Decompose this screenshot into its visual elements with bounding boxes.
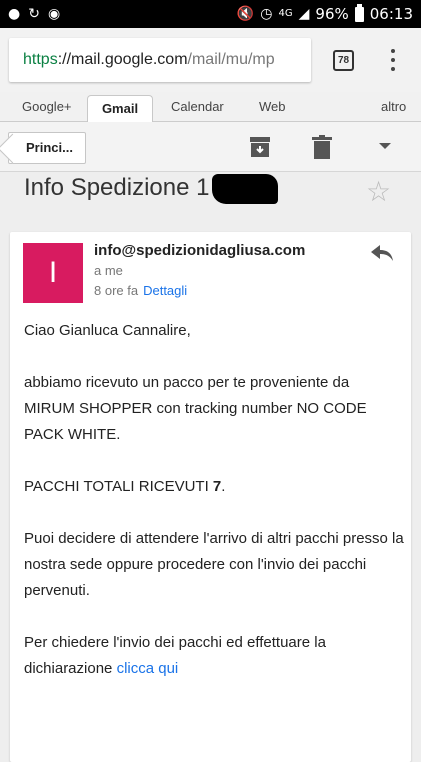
email-paragraph: Per chiedere l'invio dei pacchi ed effet… [24, 630, 404, 682]
subject-row: Info Spedizione 1 ☆ [0, 172, 421, 224]
reply-icon[interactable] [370, 243, 394, 263]
total-packages-count: 7 [212, 478, 222, 495]
sync-icon: ↻ [28, 6, 40, 22]
details-link[interactable]: Dettagli [143, 283, 187, 298]
url-scheme: https [23, 51, 58, 68]
click-here-link[interactable]: clicca qui [117, 660, 179, 677]
sentence-end: . [221, 478, 226, 495]
gbar-item-calendar[interactable]: Calendar [171, 92, 224, 122]
archive-icon[interactable] [249, 136, 271, 158]
email-paragraph: Puoi decidere di attendere l'arrivo di a… [24, 530, 404, 599]
redaction-mark [212, 174, 278, 204]
chevron-down-icon[interactable] [379, 143, 391, 149]
gbar-item-web[interactable]: Web [259, 92, 286, 122]
alarm-icon: ◷ [260, 6, 273, 22]
status-left-icons: ● ↻ ◉ [8, 4, 60, 24]
status-bar: ● ↻ ◉ 🔇 ◷ 4G ◢ 96% 06:13 [0, 0, 421, 28]
email-greeting: Ciao Gianluca Cannalire, [24, 322, 191, 339]
sender-address[interactable]: info@spedizionidagliusa.com [94, 242, 305, 259]
battery-icon [354, 3, 364, 22]
time-line: 8 ore fa Dettagli [94, 283, 187, 298]
mute-icon: 🔇 [236, 6, 255, 22]
browser-toolbar: https://mail.google.com/mail/mu/mp 78 [0, 28, 421, 92]
message-action-bar: Princi... [0, 122, 421, 172]
back-button-label: Princi... [26, 140, 73, 155]
status-time: 06:13 [369, 5, 413, 23]
back-to-inbox-button[interactable]: Princi... [8, 132, 86, 164]
url-bar[interactable]: https://mail.google.com/mail/mu/mp [9, 38, 311, 82]
browser-menu-icon[interactable] [386, 46, 400, 74]
google-apps-bar: Google+ Gmail Calendar Web altro [0, 92, 421, 123]
total-packages-label: PACCHI TOTALI RICEVUTI [24, 478, 213, 495]
email-subject: Info Spedizione 1 [24, 174, 210, 201]
battery-percent: 96% [315, 5, 349, 23]
gbar-item-more[interactable]: altro [381, 92, 406, 122]
star-icon[interactable]: ☆ [366, 178, 391, 206]
tab-switcher-button[interactable]: 78 [333, 50, 354, 71]
signal-icon: ◢ [298, 6, 310, 22]
url-path: /mail/mu/mp [187, 51, 275, 68]
avatar: I [23, 243, 83, 303]
email-body: Ciao Gianluca Cannalire, abbiamo ricevut… [24, 318, 404, 708]
app-notification-icon: ◉ [47, 6, 61, 22]
recipient-line: a me [94, 263, 123, 278]
network-type: 4G [278, 8, 293, 19]
gbar-item-googleplus[interactable]: Google+ [22, 92, 72, 122]
url-host: mail.google.com [71, 51, 188, 68]
email-paragraph: abbiamo ricevuto un pacco per te proveni… [24, 374, 367, 443]
gbar-item-gmail[interactable]: Gmail [87, 95, 153, 123]
email-card: I info@spedizionidagliusa.com a me 8 ore… [10, 232, 411, 762]
notification-icon: ● [8, 6, 21, 22]
email-paragraph: PACCHI TOTALI RICEVUTI 7. [24, 474, 404, 500]
trash-icon[interactable] [312, 135, 332, 159]
email-time: 8 ore fa [94, 283, 139, 298]
status-right-icons: 🔇 ◷ 4G ◢ 96% 06:13 [236, 3, 413, 24]
